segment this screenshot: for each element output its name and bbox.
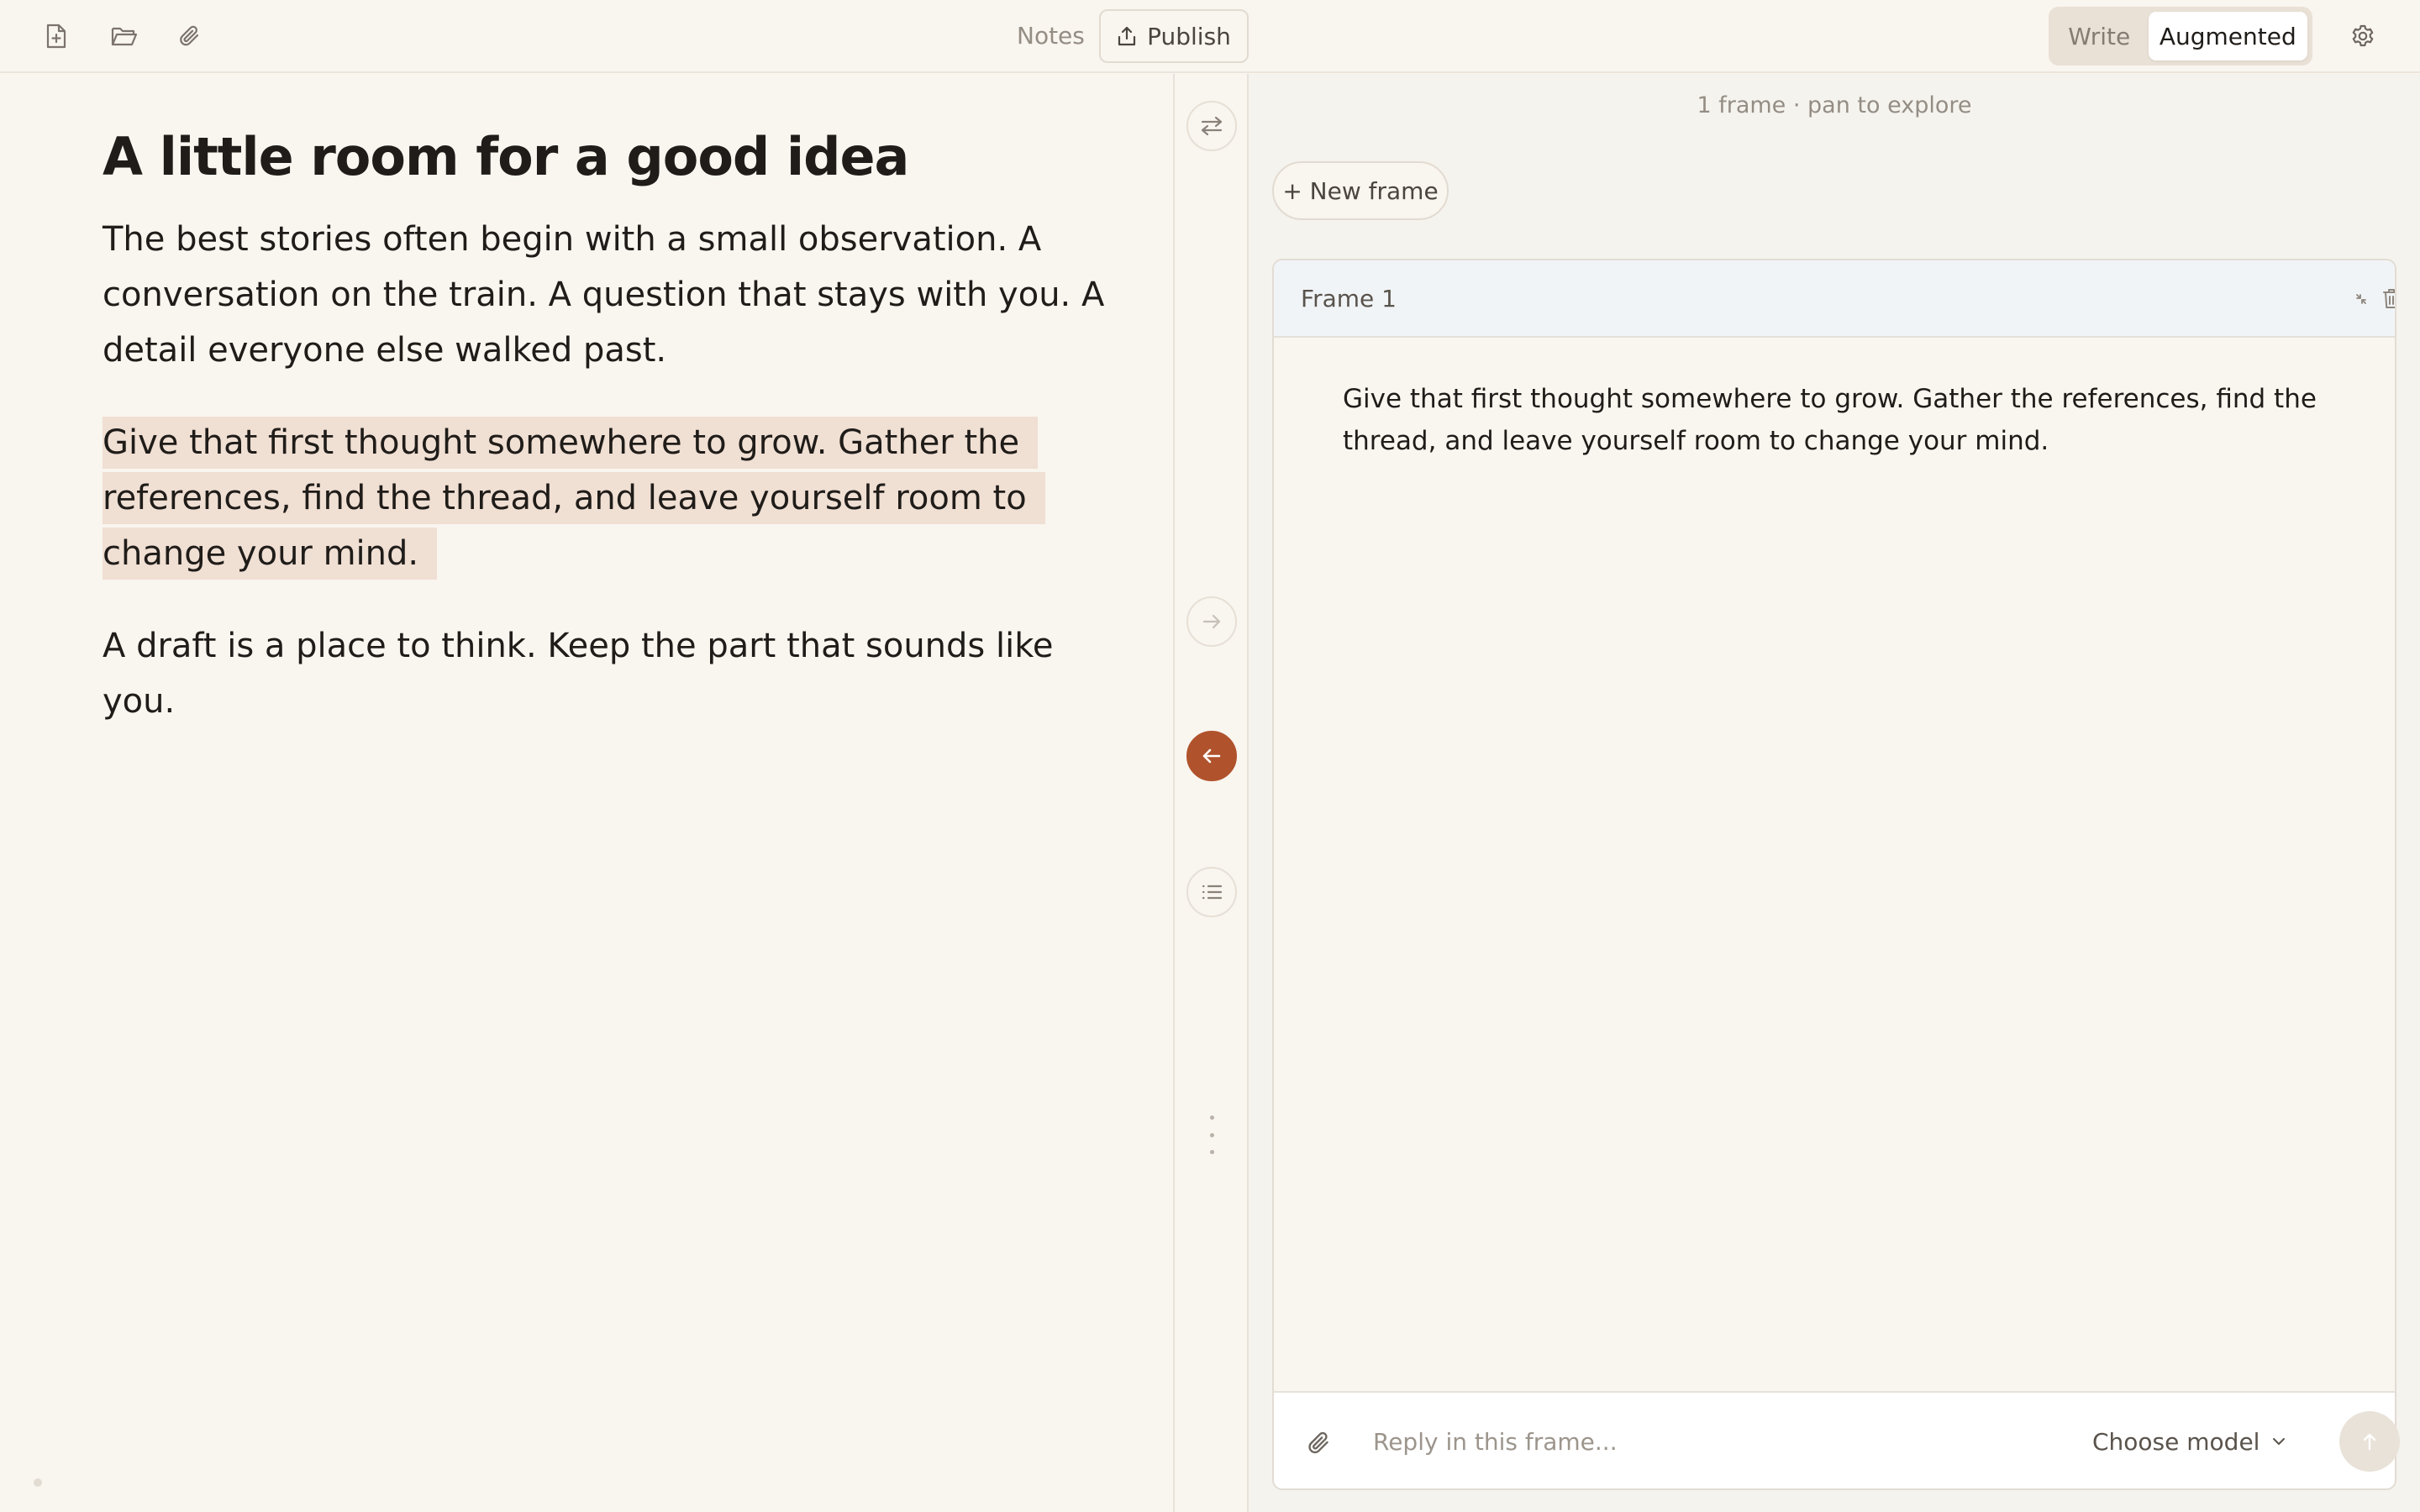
highlighted-selection[interactable]: Give that first thought somewhere to gro… <box>103 417 1045 580</box>
gear-icon[interactable] <box>2344 18 2381 55</box>
reply-input[interactable] <box>1373 1418 2012 1465</box>
reply-composer: Choose model <box>1272 1391 2400 1490</box>
gutter-rail <box>1173 74 1249 1512</box>
editor-pane[interactable]: A little room for a good idea The best s… <box>0 74 1173 1512</box>
mode-write-button[interactable]: Write <box>2054 12 2145 60</box>
model-select[interactable]: Choose model <box>2092 1423 2286 1460</box>
publish-label: Publish <box>1147 22 1231 50</box>
more-vertical-icon[interactable] <box>1203 1116 1220 1154</box>
paragraph-3[interactable]: A draft is a place to think. Keep the pa… <box>103 618 1111 729</box>
top-toolbar: Notes Publish Write Augmented <box>0 0 2420 73</box>
collapse-icon[interactable] <box>2344 282 2378 316</box>
frame-body-text[interactable]: Give that first thought somewhere to gro… <box>1343 378 2351 462</box>
document-title[interactable]: A little room for a good idea <box>103 119 1111 195</box>
arrow-right-icon[interactable] <box>1186 596 1237 647</box>
upload-icon <box>1117 25 1137 47</box>
mode-toggle: Write Augmented <box>2049 7 2312 66</box>
chevron-down-icon <box>2271 1436 2286 1446</box>
publish-button[interactable]: Publish <box>1099 9 1249 63</box>
model-select-label: Choose model <box>2092 1427 2260 1456</box>
attach-paperclip-icon[interactable] <box>1301 1425 1338 1462</box>
arrow-up-icon <box>2362 1432 2377 1451</box>
status-dot <box>34 1478 42 1487</box>
swap-icon[interactable] <box>1186 101 1237 151</box>
frame-header[interactable]: Frame 1 <box>1274 260 2395 338</box>
mode-augmented-button[interactable]: Augmented <box>2148 12 2307 60</box>
list-icon[interactable] <box>1186 867 1237 917</box>
paragraph-2-highlighted[interactable]: Give that first thought somewhere to gro… <box>103 415 1111 581</box>
new-frame-button[interactable]: + New frame <box>1272 161 1449 220</box>
paragraph-1[interactable]: The best stories often begin with a smal… <box>103 212 1111 378</box>
arrow-left-icon[interactable] <box>1186 731 1237 781</box>
trash-icon[interactable] <box>2375 282 2395 316</box>
augmented-panel[interactable]: 1 frame · pan to explore + New frame Fra… <box>1249 74 2420 1512</box>
frames-count-info: 1 frame · pan to explore <box>1697 92 1972 118</box>
new-file-icon[interactable] <box>38 18 75 55</box>
notes-link[interactable]: Notes <box>1017 22 1085 50</box>
frame-card[interactable]: Frame 1 Give that first thought somewher… <box>1272 259 2396 1404</box>
send-button[interactable] <box>2339 1411 2400 1472</box>
folder-open-icon[interactable] <box>106 18 143 55</box>
paperclip-icon[interactable] <box>171 18 208 55</box>
frame-title: Frame 1 <box>1301 285 1397 312</box>
